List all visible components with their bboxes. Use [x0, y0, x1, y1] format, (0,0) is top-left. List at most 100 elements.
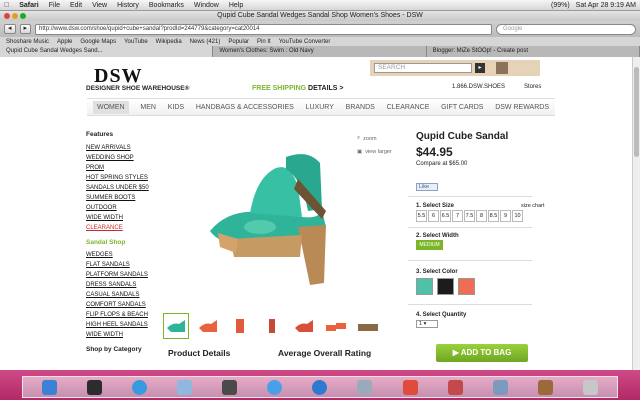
clock[interactable]: Sat Apr 28 9:19 AM [576, 2, 636, 9]
thumbnail-coral-pair[interactable] [323, 313, 349, 339]
size-chart-link[interactable]: size chart [521, 203, 545, 209]
garageband-icon[interactable] [537, 379, 553, 395]
size-option[interactable]: 6.5 [440, 210, 451, 222]
menu-help[interactable]: Help [229, 2, 243, 9]
feature-link-clearance[interactable]: CLEARANCE [86, 223, 156, 233]
site-search-input[interactable]: SEARCH [374, 63, 472, 73]
feature-link[interactable]: WEDDING SHOP [86, 153, 156, 163]
close-window-icon[interactable] [4, 13, 10, 19]
menu-file[interactable]: File [49, 2, 60, 9]
facetime-icon[interactable] [222, 379, 238, 395]
feature-link[interactable]: SUMMER BOOTS [86, 193, 156, 203]
bookmark-item[interactable]: Wikipedia [156, 39, 182, 45]
bookmark-item[interactable]: Popular [228, 39, 249, 45]
size-option[interactable]: 10 [512, 210, 523, 222]
size-option[interactable]: 6 [428, 210, 439, 222]
sandal-link[interactable]: WIDE WIDTH [86, 330, 156, 340]
bookmark-item[interactable]: Apple [57, 39, 72, 45]
trash-icon[interactable] [582, 379, 598, 395]
bookmark-item[interactable]: YouTube [124, 39, 148, 45]
sandal-link[interactable]: HIGH HEEL SANDALS [86, 320, 156, 330]
bookmark-item[interactable]: News (421) [190, 39, 221, 45]
page-scrollbar[interactable] [632, 57, 640, 370]
nav-handbags[interactable]: HANDBAGS & ACCESSORIES [196, 104, 294, 111]
width-medium-option[interactable]: MEDIUM [416, 240, 443, 250]
facebook-like-button[interactable]: Like [416, 183, 438, 191]
bookmark-item[interactable]: YouTube Converter [279, 39, 331, 45]
safari-icon[interactable] [132, 379, 148, 395]
finder-icon[interactable] [42, 379, 58, 395]
ical-icon[interactable] [402, 379, 418, 395]
feature-link[interactable]: PROM [86, 163, 156, 173]
apple-menu-icon[interactable]:  [4, 2, 9, 9]
menu-history[interactable]: History [117, 2, 139, 9]
itunes-icon[interactable] [267, 379, 283, 395]
shopping-bag-icon[interactable] [496, 62, 508, 74]
minimize-window-icon[interactable] [12, 13, 18, 19]
nav-gift-cards[interactable]: GIFT CARDS [441, 104, 483, 111]
menu-edit[interactable]: Edit [70, 2, 82, 9]
feature-link[interactable]: HOT SPRING STYLES [86, 173, 156, 183]
search-go-icon[interactable]: ▸ [475, 63, 485, 73]
shipping-details-link[interactable]: DETAILS > [308, 85, 343, 92]
sandal-link[interactable]: FLIP FLOPS & BEACH [86, 310, 156, 320]
sandal-link[interactable]: FLAT SANDALS [86, 260, 156, 270]
app-menu[interactable]: Safari [19, 2, 38, 9]
sandal-link[interactable]: PLATFORM SANDALS [86, 270, 156, 280]
thumbnail-coral-front[interactable] [227, 313, 253, 339]
google-search-field[interactable]: Google [496, 23, 636, 35]
size-option[interactable]: 7 [452, 210, 463, 222]
feature-link[interactable]: WIDE WIDTH [86, 213, 156, 223]
sandal-link[interactable]: DRESS SANDALS [86, 280, 156, 290]
mail-icon[interactable] [177, 379, 193, 395]
color-swatch-teal[interactable] [416, 278, 433, 295]
nav-men[interactable]: MEN [140, 104, 156, 111]
thumbnail-coral-side[interactable] [291, 313, 317, 339]
stores-link[interactable]: Stores [524, 84, 541, 90]
product-main-image[interactable] [190, 139, 340, 289]
sandal-link[interactable]: CASUAL SANDALS [86, 290, 156, 300]
view-larger-control[interactable]: ▣ view larger [357, 149, 392, 155]
address-bar[interactable]: http://www.dsw.com/shoe/qupid+cube+sanda… [35, 23, 492, 35]
menu-view[interactable]: View [92, 2, 107, 9]
thumbnail-coral[interactable] [195, 313, 221, 339]
nav-clearance[interactable]: CLEARANCE [387, 104, 430, 111]
battery-status[interactable]: (99%) [551, 2, 570, 9]
zoom-control[interactable]: ⌕ zoom [357, 135, 377, 142]
dashboard-icon[interactable] [87, 379, 103, 395]
quantity-select[interactable]: 1 ▾ [416, 320, 438, 328]
color-swatch-black[interactable] [437, 278, 454, 295]
sandal-link[interactable]: WEDGES [86, 250, 156, 260]
bookmark-item[interactable]: Pin It [257, 39, 271, 45]
bookmark-item[interactable]: Google Maps [80, 39, 116, 45]
thumbnail-teal[interactable] [163, 313, 189, 339]
size-option[interactable]: 5.5 [416, 210, 427, 222]
feature-link[interactable]: OUTDOOR [86, 203, 156, 213]
feature-link[interactable]: SANDALS UNDER $50 [86, 183, 156, 193]
nav-brands[interactable]: BRANDS [346, 104, 375, 111]
photo-booth-icon[interactable] [447, 379, 463, 395]
tab-blogger[interactable]: Blogger: MiZe StOOp! - Create post [426, 46, 640, 57]
feature-link[interactable]: NEW ARRIVALS [86, 143, 156, 153]
nav-women[interactable]: WOMEN [93, 100, 129, 114]
nav-kids[interactable]: KIDS [168, 104, 184, 111]
menu-bookmarks[interactable]: Bookmarks [149, 2, 184, 9]
preview-icon[interactable] [357, 379, 373, 395]
tab-old-navy[interactable]: Women's Clothes: Swim : Old Navy [213, 46, 427, 57]
size-option[interactable]: 9 [500, 210, 511, 222]
sandal-link[interactable]: COMFORT SANDALS [86, 300, 156, 310]
nav-dsw-rewards[interactable]: DSW REWARDS [495, 104, 549, 111]
iphoto-icon[interactable] [492, 379, 508, 395]
add-to-bag-button[interactable]: ▶ ADD TO BAG [436, 344, 528, 362]
size-option[interactable]: 8 [476, 210, 487, 222]
nav-luxury[interactable]: LUXURY [306, 104, 334, 111]
zoom-window-icon[interactable] [20, 13, 26, 19]
app-store-icon[interactable] [312, 379, 328, 395]
back-button[interactable]: ◂ [4, 24, 16, 34]
color-swatch-coral[interactable] [458, 278, 475, 295]
size-option[interactable]: 7.5 [464, 210, 475, 222]
menu-window[interactable]: Window [194, 2, 219, 9]
tab-dsw[interactable]: Qupid Cube Sandal Wedges Sand... [0, 46, 214, 57]
bookmark-item[interactable]: Shoshare Music [6, 39, 49, 45]
forward-button[interactable]: ▸ [19, 24, 32, 34]
